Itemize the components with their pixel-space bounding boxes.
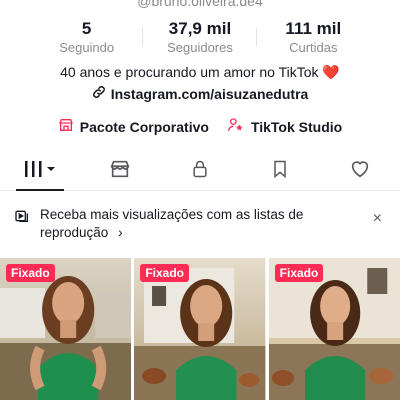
tab-shop[interactable]	[80, 152, 160, 190]
stat-following-label: Seguindo	[59, 40, 115, 55]
video-thumbnail[interactable]: Fixado	[268, 258, 400, 400]
heart-emoji-icon: ❤️	[322, 64, 340, 80]
tab-videos-grid[interactable]	[0, 152, 80, 191]
chevron-right-icon: ›	[118, 225, 123, 240]
bio-text: 40 anos e procurando um amor no TikTok	[60, 64, 319, 80]
store-icon	[58, 117, 74, 136]
bookmark-icon	[270, 158, 290, 185]
stat-likes[interactable]: 111 mil Curtidas	[257, 18, 370, 60]
link-icon	[92, 85, 106, 102]
tiktok-studio-button[interactable]: TikTok Studio	[227, 117, 342, 136]
tab-favorites[interactable]	[240, 152, 320, 190]
business-tools: Pacote Corporativo TikTok Studio	[0, 117, 400, 136]
profile-bio: 40 anos e procurando um amor no TikTok ❤…	[0, 64, 400, 81]
shop-icon	[109, 158, 131, 185]
tab-liked[interactable]	[320, 152, 400, 190]
tiktok-studio-label: TikTok Studio	[250, 118, 343, 135]
lock-icon	[190, 158, 210, 185]
banner-message: Receba mais visualizações com as listas …	[40, 207, 304, 240]
stat-likes-label: Curtidas	[289, 40, 338, 55]
stat-followers-value: 37,9 mil	[168, 19, 232, 38]
profile-link[interactable]: Instagram.com/aisuzanedutra	[0, 85, 400, 102]
video-thumbnail[interactable]: Fixado	[134, 258, 266, 400]
pinned-badge: Fixado	[140, 264, 189, 282]
stat-following[interactable]: 5 Seguindo	[30, 18, 144, 60]
grid-icon	[23, 159, 57, 184]
heart-icon	[349, 158, 371, 185]
playlist-promo-banner[interactable]: Receba mais visualizações com as listas …	[14, 204, 386, 244]
stat-likes-value: 111 mil	[285, 19, 342, 38]
profile-tabs	[0, 152, 400, 191]
video-thumbnail[interactable]: Fixado	[0, 258, 132, 400]
business-package-button[interactable]: Pacote Corporativo	[58, 117, 209, 136]
tab-private[interactable]	[160, 152, 240, 190]
stat-following-value: 5	[81, 19, 92, 38]
profile-handle: @bruno.oliveira.de4	[137, 0, 263, 9]
stat-followers-label: Seguidores	[167, 40, 233, 55]
creator-star-icon	[227, 117, 245, 136]
video-grid: Fixado Fixado Fixado	[0, 258, 400, 400]
profile-stats: 5 Seguindo 37,9 mil Seguidores 111 mil C…	[30, 18, 370, 60]
stat-followers[interactable]: 37,9 mil Seguidores	[143, 18, 257, 60]
business-package-label: Pacote Corporativo	[79, 118, 209, 135]
playlist-icon	[14, 208, 30, 229]
banner-text: Receba mais visualizações com as listas …	[40, 206, 330, 242]
link-text: Instagram.com/aisuzanedutra	[110, 85, 309, 102]
pinned-badge: Fixado	[274, 264, 324, 282]
close-icon[interactable]: ×	[373, 210, 382, 228]
pinned-badge: Fixado	[6, 264, 55, 282]
